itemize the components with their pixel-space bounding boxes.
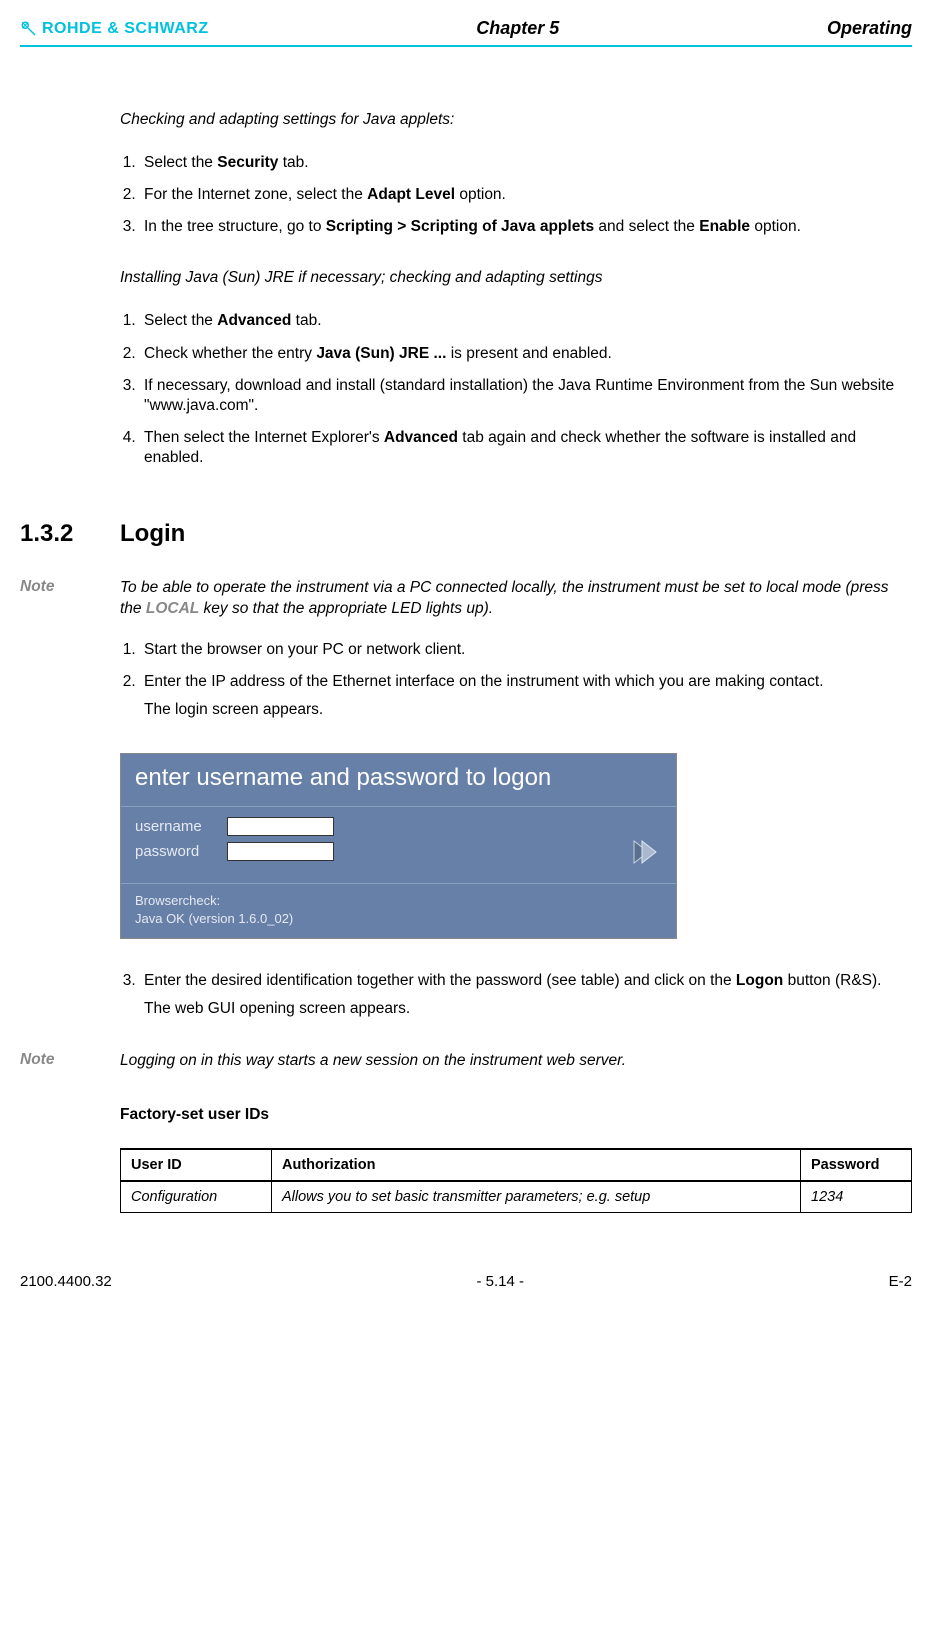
- brand-text: ROHDE & SCHWARZ: [42, 20, 209, 38]
- password-label: password: [135, 843, 215, 860]
- step: Enter the IP address of the Ethernet int…: [140, 672, 912, 720]
- table-header-row: User ID Authorization Password: [121, 1149, 912, 1181]
- subheading-jre: Installing Java (Sun) JRE if necessary; …: [120, 269, 912, 287]
- section-title: Login: [120, 520, 185, 548]
- steps-login: Start the browser on your PC or network …: [120, 640, 912, 720]
- step: Check whether the entry Java (Sun) JRE .…: [140, 344, 912, 364]
- password-row: password: [135, 842, 612, 861]
- table-row: Configuration Allows you to set basic tr…: [121, 1181, 912, 1213]
- footer-center: - 5.14 -: [476, 1273, 524, 1290]
- content: Checking and adapting settings for Java …: [120, 111, 912, 1290]
- td-auth: Allows you to set basic transmitter para…: [272, 1181, 801, 1213]
- note-label: Note: [20, 578, 120, 620]
- submit-arrow-icon: [630, 837, 660, 867]
- brand-icon: [20, 20, 38, 38]
- footer-right: E-2: [889, 1273, 912, 1290]
- brand-logo: ROHDE & SCHWARZ: [20, 20, 209, 38]
- footer-left: 2100.4400.32: [20, 1273, 112, 1290]
- note-text: Logging on in this way starts a new sess…: [120, 1051, 912, 1072]
- logon-button[interactable]: [628, 835, 662, 869]
- note-session: Note Logging on in this way starts a new…: [20, 1051, 912, 1072]
- td-userid: Configuration: [121, 1181, 272, 1213]
- section-number: 1.3.2: [20, 520, 120, 548]
- page-footer: 2100.4400.32 - 5.14 - E-2: [20, 1273, 912, 1290]
- username-row: username: [135, 817, 612, 836]
- browsercheck-value: Java OK (version 1.6.0_02): [135, 910, 662, 928]
- step: Then select the Internet Explorer's Adva…: [140, 428, 912, 468]
- step: Select the Security tab.: [140, 153, 912, 173]
- username-label: username: [135, 818, 215, 835]
- step: In the tree structure, go to Scripting >…: [140, 217, 912, 237]
- step: If necessary, download and install (stan…: [140, 376, 912, 416]
- note-text: To be able to operate the instrument via…: [120, 578, 912, 620]
- page-header: ROHDE & SCHWARZ Chapter 5 Operating: [20, 18, 912, 47]
- th-userid: User ID: [121, 1149, 272, 1181]
- step-result: The login screen appears.: [144, 700, 912, 720]
- td-password: 1234: [801, 1181, 912, 1213]
- chapter-label: Chapter 5: [476, 18, 559, 39]
- th-auth: Authorization: [272, 1149, 801, 1181]
- steps-jre: Select the Advanced tab. Check whether t…: [120, 311, 912, 468]
- factory-table: User ID Authorization Password Configura…: [120, 1148, 912, 1213]
- step: Select the Advanced tab.: [140, 311, 912, 331]
- th-password: Password: [801, 1149, 912, 1181]
- note-label: Note: [20, 1051, 120, 1072]
- browsercheck: Browsercheck: Java OK (version 1.6.0_02): [121, 883, 676, 938]
- steps-login-cont: Enter the desired identification togethe…: [120, 971, 912, 1019]
- section-label: Operating: [827, 18, 912, 39]
- note-local-mode: Note To be able to operate the instrumen…: [20, 578, 912, 620]
- browsercheck-label: Browsercheck:: [135, 892, 662, 910]
- step-result: The web GUI opening screen appears.: [144, 999, 912, 1019]
- steps-java-applets: Select the Security tab. For the Interne…: [120, 153, 912, 237]
- login-screenshot: enter username and password to logon use…: [120, 753, 677, 939]
- login-screenshot-title: enter username and password to logon: [121, 754, 676, 807]
- step: Enter the desired identification togethe…: [140, 971, 912, 1019]
- step: Start the browser on your PC or network …: [140, 640, 912, 660]
- username-input[interactable]: [227, 817, 334, 836]
- subheading-java-applets: Checking and adapting settings for Java …: [120, 111, 912, 129]
- section-heading-login: 1.3.2 Login: [20, 520, 912, 548]
- step: For the Internet zone, select the Adapt …: [140, 185, 912, 205]
- factory-heading: Factory-set user IDs: [120, 1106, 912, 1124]
- password-input[interactable]: [227, 842, 334, 861]
